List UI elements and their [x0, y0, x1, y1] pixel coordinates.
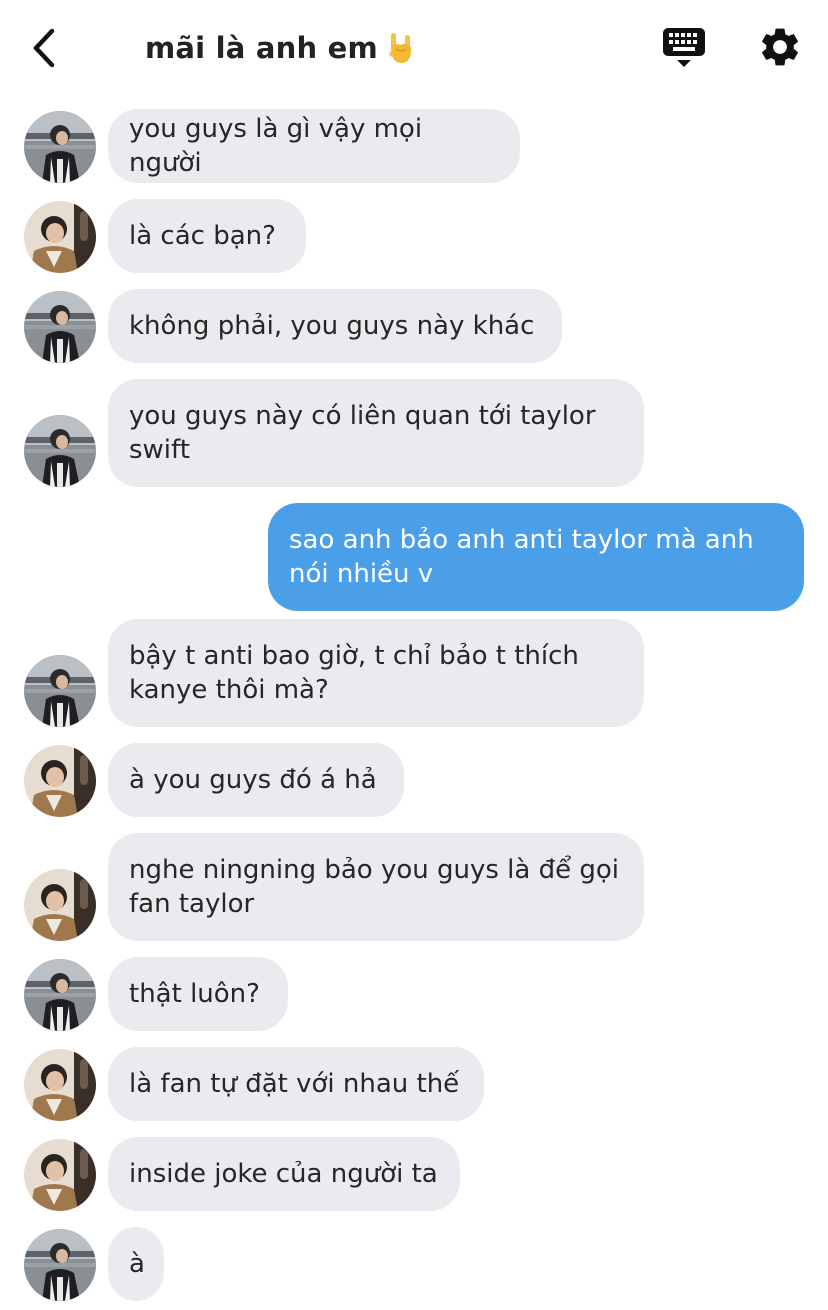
message-row: à you guys đó á hả	[0, 743, 828, 817]
message-bubble[interactable]: you guys này có liên quan tới taylor swi…	[108, 379, 644, 487]
message-row: you guys này có liên quan tới taylor swi…	[0, 379, 828, 487]
message-text: inside joke của người ta	[129, 1159, 438, 1189]
message-bubble[interactable]: không phải, you guys này khác	[108, 289, 562, 363]
message-row-outgoing: sao anh bảo anh anti taylor mà anh nói n…	[0, 503, 828, 611]
message-text: nghe ningning bảo you guys là để gọi fan…	[129, 855, 620, 919]
avatar[interactable]	[24, 745, 96, 817]
avatar[interactable]	[24, 1229, 96, 1301]
message-row: bậy t anti bao giờ, t chỉ bảo t thích ka…	[0, 619, 828, 727]
message-text: không phải, you guys này khác	[129, 311, 535, 341]
avatar[interactable]	[24, 111, 96, 183]
avatar[interactable]	[24, 1049, 96, 1121]
message-bubble[interactable]: inside joke của người ta	[108, 1137, 460, 1211]
message-text: à	[129, 1249, 145, 1279]
message-bubble[interactable]: thật luôn?	[108, 957, 288, 1031]
message-text: à you guys đó á hả	[129, 765, 377, 795]
avatar[interactable]	[24, 1139, 96, 1211]
message-bubble[interactable]: nghe ningning bảo you guys là để gọi fan…	[108, 833, 644, 941]
settings-button[interactable]	[757, 24, 803, 70]
rock-hand-icon	[388, 33, 411, 63]
message-row: you guys là gì vậy mọi người	[0, 109, 828, 183]
back-button[interactable]	[28, 26, 68, 70]
message-text: you guys này có liên quan tới taylor swi…	[129, 401, 596, 465]
avatar[interactable]	[24, 201, 96, 273]
message-row: inside joke của người ta	[0, 1137, 828, 1211]
keyboard-button[interactable]	[661, 26, 707, 70]
message-text: thật luôn?	[129, 979, 260, 1009]
keyboard-icon	[663, 28, 705, 67]
message-bubble-outgoing[interactable]: sao anh bảo anh anti taylor mà anh nói n…	[268, 503, 804, 611]
avatar[interactable]	[24, 655, 96, 727]
avatar[interactable]	[24, 869, 96, 941]
message-bubble[interactable]: bậy t anti bao giờ, t chỉ bảo t thích ka…	[108, 619, 644, 727]
avatar[interactable]	[24, 291, 96, 363]
message-text: là fan tự đặt với nhau thế	[129, 1069, 460, 1099]
message-bubble[interactable]: là fan tự đặt với nhau thế	[108, 1047, 484, 1121]
chevron-left-icon	[33, 28, 55, 68]
chat-title: mãi là anh em	[145, 31, 378, 65]
message-row: là các bạn?	[0, 199, 828, 273]
message-text: bậy t anti bao giờ, t chỉ bảo t thích ka…	[129, 641, 579, 705]
message-bubble[interactable]: à	[108, 1227, 164, 1301]
message-row: thật luôn?	[0, 957, 828, 1031]
gear-icon	[762, 28, 798, 66]
message-text: là các bạn?	[129, 221, 276, 251]
message-text: you guys là gì vậy mọi người	[129, 114, 423, 178]
message-row: không phải, you guys này khác	[0, 289, 828, 363]
message-bubble[interactable]: là các bạn?	[108, 199, 306, 273]
avatar[interactable]	[24, 415, 96, 487]
chat-title-group: mãi là anh em	[145, 26, 414, 70]
message-bubble[interactable]: à you guys đó á hả	[108, 743, 404, 817]
message-row: nghe ningning bảo you guys là để gọi fan…	[0, 833, 828, 941]
message-text: sao anh bảo anh anti taylor mà anh nói n…	[289, 525, 754, 589]
message-row: à	[0, 1227, 828, 1301]
avatar[interactable]	[24, 959, 96, 1031]
message-row: là fan tự đặt với nhau thế	[0, 1047, 828, 1121]
chat-header: mãi là anh em	[0, 0, 828, 96]
rock-hand-emoji	[388, 31, 414, 65]
message-bubble[interactable]: you guys là gì vậy mọi người	[108, 109, 520, 183]
